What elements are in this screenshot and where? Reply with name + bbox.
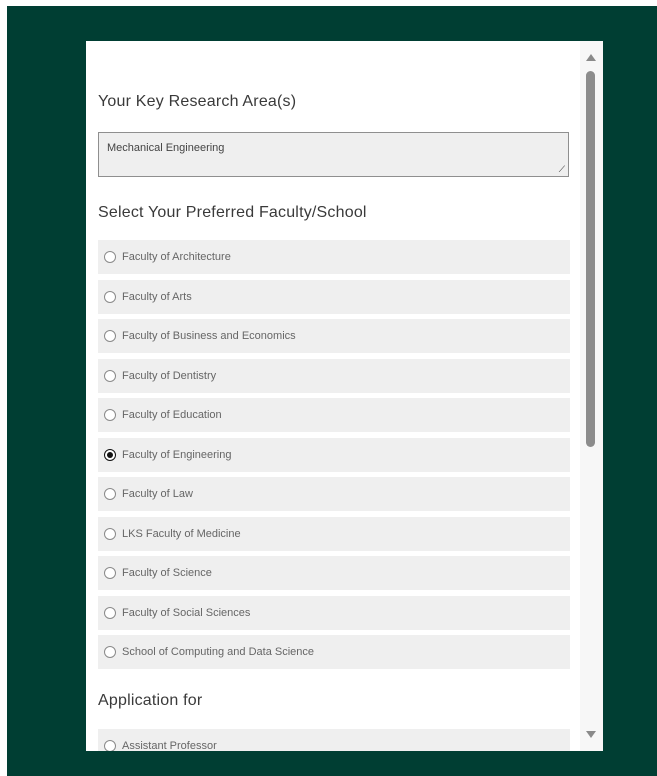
radio-option-label: Assistant Professor <box>122 740 217 751</box>
radio-option-label: Faculty of Engineering <box>122 448 232 461</box>
radio-option[interactable]: Faculty of Architecture <box>98 240 570 274</box>
radio-option-label: Faculty of Education <box>122 409 222 421</box>
radio-option[interactable]: Faculty of Education <box>98 398 570 432</box>
radio-option-label: LKS Faculty of Medicine <box>122 527 241 540</box>
research-area-value: Mechanical Engineering <box>107 142 225 154</box>
radio-unchecked-icon[interactable] <box>104 567 116 579</box>
radio-option-label: School of Computing and Data Science <box>122 646 315 658</box>
scroll-up-arrow-icon[interactable] <box>586 54 596 61</box>
radio-unchecked-icon[interactable] <box>104 330 116 342</box>
resize-grip-icon[interactable]: ⟋ <box>559 165 565 174</box>
radio-option[interactable]: Faculty of Arts <box>98 279 570 314</box>
radio-option[interactable]: School of Computing and Data Science <box>98 635 570 669</box>
radio-checked-icon[interactable] <box>104 448 116 461</box>
radio-option[interactable]: LKS Faculty of Medicine <box>98 516 570 551</box>
research-area-heading: Your Key Research Area(s) <box>98 93 297 110</box>
radio-unchecked-icon[interactable] <box>104 527 116 540</box>
radio-unchecked-icon[interactable] <box>104 290 116 303</box>
radio-option-label: Faculty of Dentistry <box>122 369 217 382</box>
scroll-down-arrow-icon[interactable] <box>586 731 596 738</box>
radio-unchecked-icon[interactable] <box>104 606 116 619</box>
radio-option-label: Faculty of Science <box>122 567 212 579</box>
radio-option-label: Faculty of Business and Economics <box>122 330 296 342</box>
radio-unchecked-icon[interactable] <box>104 488 116 500</box>
page-background: Your Key Research Area(s) Mechanical Eng… <box>7 6 657 776</box>
radio-option-label: Faculty of Arts <box>122 290 192 303</box>
radio-option-label: Faculty of Social Sciences <box>122 606 251 619</box>
radio-unchecked-icon[interactable] <box>104 646 116 658</box>
radio-option[interactable]: Faculty of Engineering <box>98 437 570 472</box>
radio-option[interactable]: Faculty of Dentistry <box>98 358 570 393</box>
application-heading: Application for <box>98 692 203 709</box>
scrollbar-thumb[interactable] <box>586 71 595 447</box>
vertical-scrollbar[interactable] <box>580 41 603 751</box>
radio-option[interactable]: Faculty of Law <box>98 477 570 511</box>
radio-option-label: Faculty of Law <box>122 488 193 500</box>
faculty-heading: Select Your Preferred Faculty/School <box>98 204 367 221</box>
radio-unchecked-icon[interactable] <box>104 740 116 751</box>
radio-unchecked-icon[interactable] <box>104 369 116 382</box>
radio-option[interactable]: Faculty of Science <box>98 556 570 590</box>
research-area-textarea[interactable]: Mechanical Engineering ⟋ <box>98 132 569 177</box>
form-panel[interactable]: Your Key Research Area(s) Mechanical Eng… <box>86 41 603 751</box>
radio-unchecked-icon[interactable] <box>104 409 116 421</box>
radio-unchecked-icon[interactable] <box>104 251 116 263</box>
radio-option[interactable]: Faculty of Business and Economics <box>98 319 570 353</box>
radio-option[interactable]: Assistant Professor <box>98 729 570 751</box>
radio-option-label: Faculty of Architecture <box>122 251 231 263</box>
radio-option[interactable]: Faculty of Social Sciences <box>98 595 570 630</box>
